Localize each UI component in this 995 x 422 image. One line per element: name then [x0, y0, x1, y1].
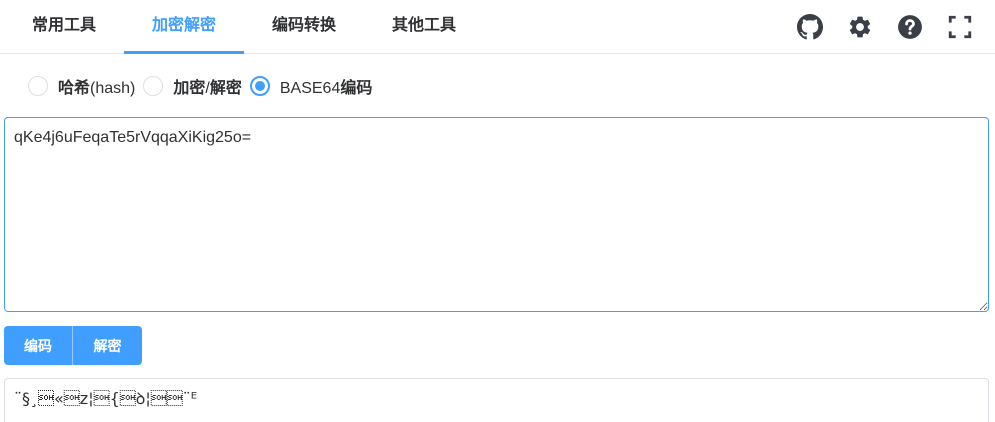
radio-encrypt-decrypt[interactable]: 加密/解密 — [143, 74, 242, 98]
decode-button[interactable]: 解密 — [73, 326, 142, 365]
encode-button[interactable]: 编码 — [4, 326, 73, 365]
gear-icon[interactable] — [846, 13, 874, 41]
help-icon[interactable] — [896, 13, 924, 41]
radio-circle[interactable] — [143, 76, 164, 96]
radio-circle-checked[interactable] — [249, 76, 270, 96]
output-result[interactable]: ¨§¸«z¦{ꝺ¦¨ᴱ — [4, 378, 989, 422]
radio-base64-encode-label: 编码 — [340, 80, 373, 97]
radio-circle[interactable] — [28, 76, 48, 96]
radio-hash[interactable]: 哈希(hash) — [28, 74, 135, 98]
mode-radio-group: 哈希(hash) 加密/解密 BASE64编码 — [28, 72, 380, 100]
radio-encrypt-label: 加密 — [173, 80, 206, 97]
github-icon[interactable] — [796, 13, 824, 41]
radio-hash-suffix: (hash) — [90, 80, 136, 97]
radio-decrypt-label: 解密 — [209, 80, 242, 97]
tab-encrypt-decrypt[interactable]: 加密解密 — [124, 0, 244, 54]
input-textarea[interactable]: qKe4j6uFeqaTe5rVqqaXiKig25o= — [4, 117, 989, 312]
tab-encoding-conversion[interactable]: 编码转换 — [256, 0, 352, 53]
top-navigation: 常用工具 加密解密 编码转换 其他工具 — [0, 0, 995, 54]
fullscreen-icon[interactable] — [946, 13, 974, 41]
radio-hash-label: 哈希 — [58, 80, 91, 97]
tab-common-tools[interactable]: 常用工具 — [16, 0, 112, 53]
action-button-group: 编码 解密 — [4, 326, 142, 365]
radio-base64[interactable]: BASE64编码 — [249, 74, 373, 98]
radio-base64-label: BASE64 — [279, 80, 341, 97]
tab-other-tools[interactable]: 其他工具 — [376, 0, 472, 53]
